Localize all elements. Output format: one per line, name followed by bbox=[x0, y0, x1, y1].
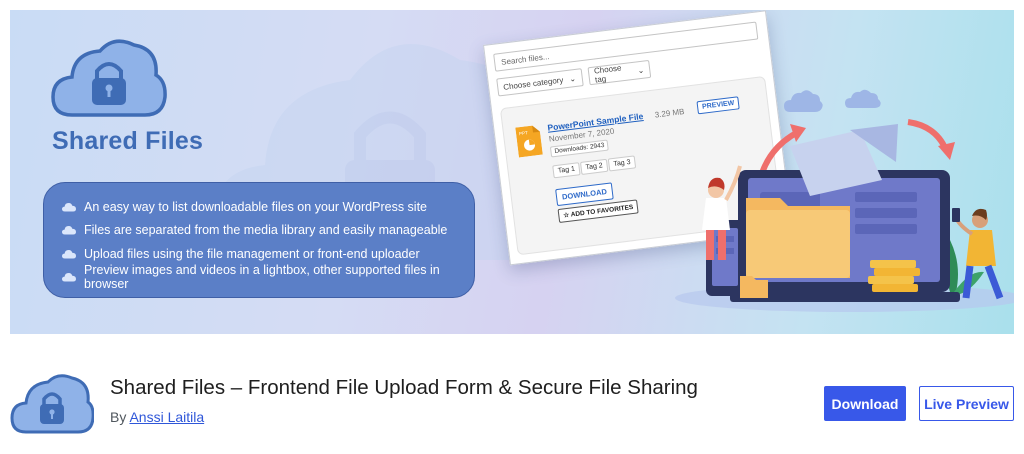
plugin-icon bbox=[10, 374, 94, 434]
feature-item: An easy way to list downloadable files o… bbox=[62, 195, 456, 219]
cloud-lock-icon bbox=[51, 39, 167, 117]
live-preview-button[interactable]: Live Preview bbox=[919, 386, 1014, 421]
author-link[interactable]: Anssi Laitila bbox=[129, 409, 204, 425]
brand-title: Shared Files bbox=[52, 127, 204, 155]
mock-category-select: Choose category ⌄ bbox=[496, 68, 584, 97]
by-label: By bbox=[110, 409, 127, 425]
chevron-down-icon: ⌄ bbox=[636, 65, 645, 75]
feature-item: Preview images and videos in a lightbox,… bbox=[62, 263, 456, 292]
feature-text: Upload files using the file management o… bbox=[84, 246, 420, 261]
plugin-byline: By Anssi Laitila bbox=[110, 409, 204, 425]
plugin-title: Shared Files – Frontend File Upload Form… bbox=[110, 376, 698, 399]
cloud-bullet-icon bbox=[62, 202, 76, 212]
feature-text: Files are separated from the media libra… bbox=[84, 223, 448, 238]
mock-tag-label: Choose tag bbox=[593, 63, 622, 85]
ppt-file-icon: PPT bbox=[515, 125, 543, 158]
feature-item: Files are separated from the media libra… bbox=[62, 219, 456, 243]
mock-tag: Tag 3 bbox=[607, 155, 637, 172]
feature-text: An easy way to list downloadable files o… bbox=[84, 199, 427, 214]
feature-item: Upload files using the file management o… bbox=[62, 242, 456, 266]
feature-list: An easy way to list downloadable files o… bbox=[43, 182, 475, 298]
mock-tag-select: Choose tag ⌄ bbox=[587, 59, 652, 86]
mock-tag: Tag 1 bbox=[552, 162, 581, 179]
cloud-bullet-icon bbox=[62, 249, 76, 259]
download-button[interactable]: Download bbox=[824, 386, 906, 421]
mock-tag: Tag 2 bbox=[579, 158, 609, 175]
plugin-banner: Shared Files An easy way to list downloa… bbox=[10, 10, 1014, 334]
feature-text: Preview images and videos in a lightbox,… bbox=[84, 263, 440, 292]
mock-category-label: Choose category bbox=[502, 75, 564, 92]
cloud-bullet-icon bbox=[62, 273, 76, 282]
chevron-down-icon: ⌄ bbox=[568, 73, 577, 84]
file-sharing-illustration bbox=[675, 89, 1014, 312]
cloud-bullet-icon bbox=[62, 226, 76, 235]
